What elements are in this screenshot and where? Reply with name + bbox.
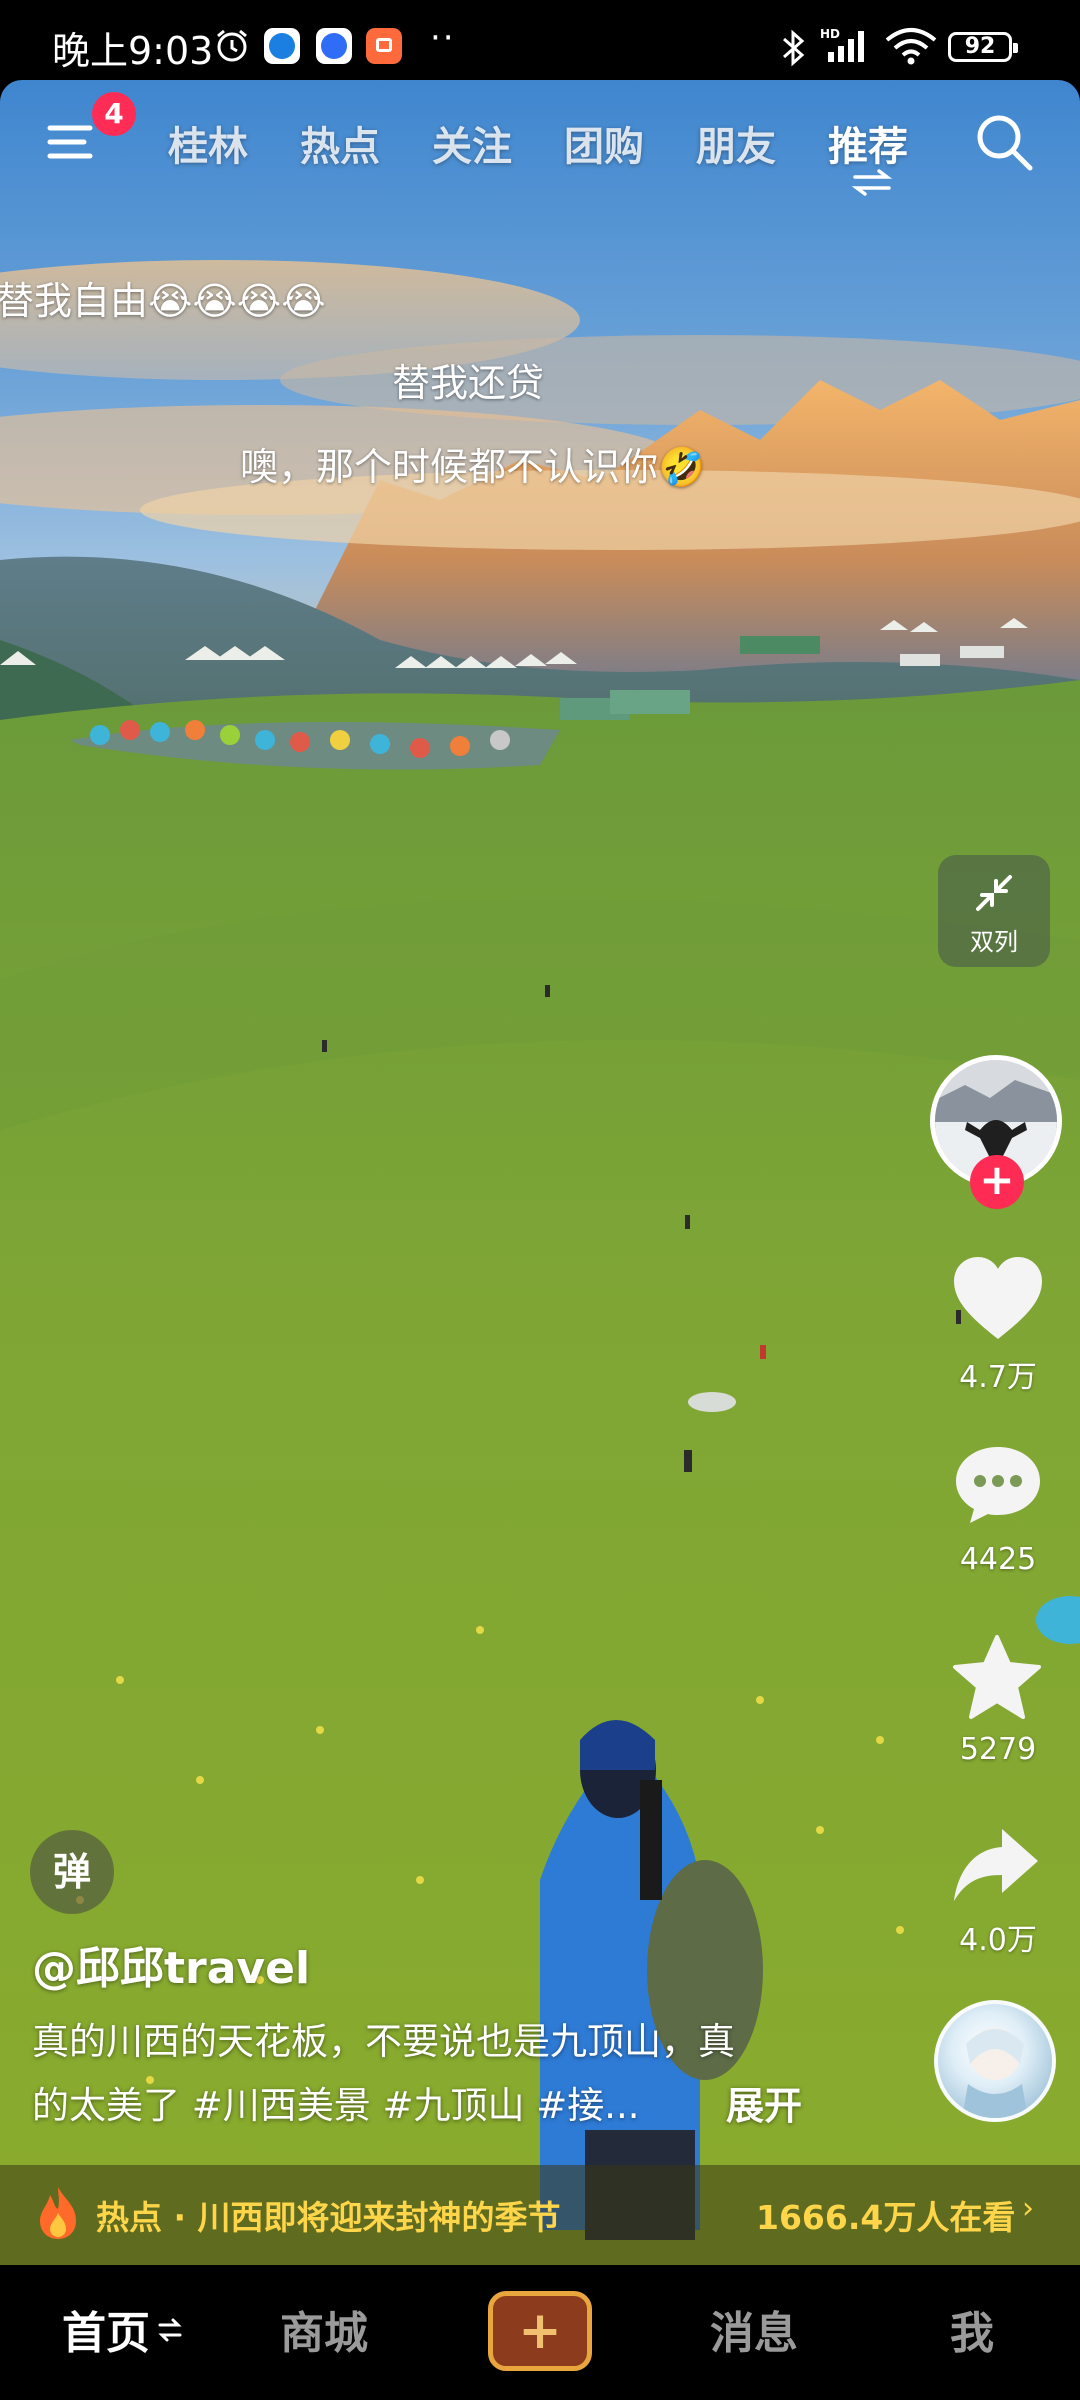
share-count: 4.0万 [959, 1923, 1037, 1958]
signal-icon: HD [820, 27, 864, 62]
follow-button[interactable]: + [970, 1155, 1024, 1209]
tab-following[interactable]: 关注 [432, 114, 512, 172]
description-line: 真的川西的天花板，不要说也是九顶山，真 [32, 2020, 735, 2063]
favorite-star-icon[interactable] [950, 1633, 1044, 1723]
status-bar: 晚上9:03 ·· HD 92 [0, 0, 1080, 80]
danmaku-comment: 替我还贷 [392, 361, 545, 405]
switch-feed-icon[interactable] [851, 168, 893, 196]
nav-mall[interactable]: 商城 [280, 2297, 368, 2361]
double-column-label: 双列 [970, 928, 1018, 956]
app-messenger-icon [316, 28, 352, 64]
video-description: 真的川西的天花板，不要说也是九顶山，真 的太美了 #川西美景 #九顶山 #接..… [32, 2010, 832, 2138]
comment-bubble-icon[interactable] [952, 1443, 1044, 1527]
create-button[interactable]: + [488, 2291, 592, 2371]
app-orange-icon [366, 28, 402, 64]
menu-badge: 4 [92, 92, 136, 136]
fire-icon [40, 2187, 76, 2239]
comment-count: 4425 [959, 1542, 1037, 1577]
phone-screen: 晚上9:03 ·· HD 92 4 桂林 热点 关注 团购 朋友 推荐 替我自由… [0, 0, 1080, 2400]
danmaku-toggle-label: 弹 [52, 1850, 91, 1894]
tab-recommend[interactable]: 推荐 [828, 114, 908, 172]
search-icon[interactable] [972, 110, 1036, 174]
expand-description-button[interactable]: 展开 [726, 2075, 802, 2130]
like-heart-icon[interactable] [950, 1255, 1046, 1343]
danmaku-comment: 噢，那个时候都不认识你🤣 [240, 445, 706, 489]
nav-me[interactable]: 我 [950, 2297, 994, 2361]
tab-friends[interactable]: 朋友 [696, 114, 776, 172]
hot-topic-text: 热点 · 川西即将迎来封神的季节 [96, 2198, 561, 2237]
status-time: 晚上9:03 [52, 29, 214, 73]
app-blue-icon [264, 28, 300, 64]
nav-messages[interactable]: 消息 [710, 2297, 798, 2361]
home-refresh-icon[interactable] [158, 2317, 182, 2343]
music-cover-art [962, 2028, 1028, 2118]
description-line: 的太美了 #川西美景 #九顶山 #接... [32, 2084, 640, 2127]
share-arrow-icon[interactable] [950, 1823, 1042, 1907]
network-hd-label: HD [820, 27, 840, 41]
chevron-right-icon: › [1022, 2191, 1034, 2226]
hot-topic-viewers: 1666.4万人在看 [756, 2198, 1016, 2237]
double-column-button[interactable]: 双列 [938, 855, 1050, 967]
plus-icon: + [518, 2301, 562, 2361]
favorite-count: 5279 [959, 1732, 1037, 1767]
tab-group-buy[interactable]: 团购 [564, 114, 644, 172]
danmaku-toggle-button[interactable]: 弹 [30, 1830, 114, 1914]
hot-topic-bar[interactable]: 热点 · 川西即将迎来封神的季节 1666.4万人在看 › [0, 2165, 1080, 2265]
tab-guilin[interactable]: 桂林 [168, 114, 248, 172]
wifi-icon [885, 28, 937, 65]
danmaku-comment: 替我自由😭😭😭😭 [0, 279, 326, 323]
bluetooth-icon [783, 29, 805, 67]
bottom-nav: 首页 商城 + 消息 我 [0, 2265, 1080, 2400]
status-more-dots: ·· [430, 18, 456, 58]
tab-hot[interactable]: 热点 [300, 114, 380, 172]
battery-indicator: 92 [948, 32, 1018, 62]
like-count: 4.7万 [959, 1360, 1037, 1395]
alarm-icon [217, 29, 247, 62]
collapse-arrows-icon [976, 875, 1012, 911]
author-name[interactable]: @邱邱travel [32, 1932, 310, 1996]
music-disc-icon[interactable] [934, 2000, 1056, 2122]
nav-home[interactable]: 首页 [62, 2297, 150, 2361]
